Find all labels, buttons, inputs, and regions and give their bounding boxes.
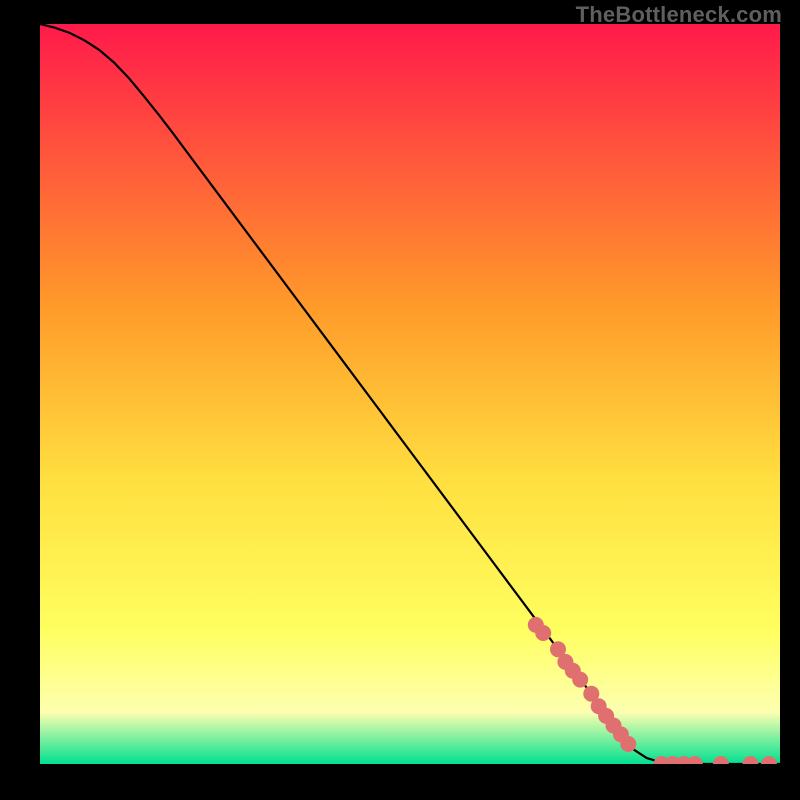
- data-marker: [620, 736, 636, 752]
- chart-plot: [40, 24, 780, 764]
- chart-background: [40, 24, 780, 764]
- data-marker: [535, 625, 551, 641]
- chart-frame: TheBottleneck.com: [0, 0, 800, 800]
- data-marker: [572, 672, 588, 688]
